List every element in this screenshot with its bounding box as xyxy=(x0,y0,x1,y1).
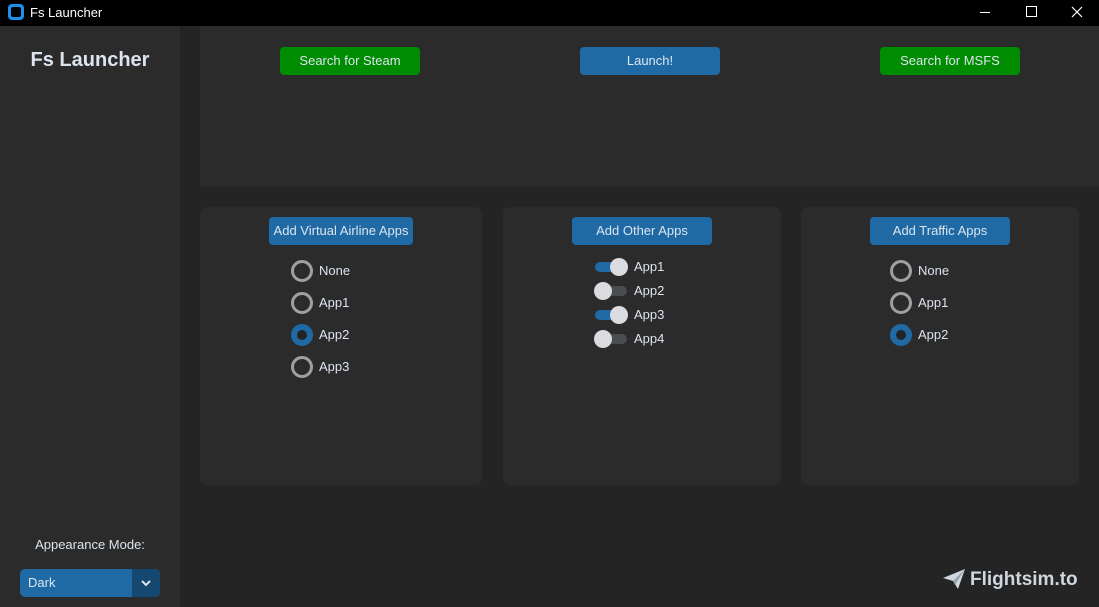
toggle-switch[interactable] xyxy=(594,282,627,300)
switch-label: App2 xyxy=(634,283,665,298)
close-icon xyxy=(1071,6,1083,18)
search-steam-button[interactable]: Search for Steam xyxy=(280,47,420,75)
traffic-panel: Add Traffic Apps None App1 App2 xyxy=(801,207,1079,485)
toggle-switch[interactable] xyxy=(595,306,628,324)
chevron-down-icon xyxy=(141,580,151,587)
radio-button[interactable] xyxy=(291,260,313,282)
logo-label: Fs Launcher xyxy=(30,49,150,71)
app-window-icon xyxy=(8,4,24,20)
close-button[interactable] xyxy=(1054,0,1099,26)
launch-button[interactable]: Launch! xyxy=(580,47,720,75)
radio-button-checked[interactable] xyxy=(890,324,912,346)
switch-label: App3 xyxy=(634,307,665,322)
radio-button[interactable] xyxy=(291,292,313,314)
radio-label: App2 xyxy=(319,327,350,342)
switch-label: App1 xyxy=(634,259,665,274)
watermark-text: Flightsim.to xyxy=(970,569,1078,590)
radio-label: App1 xyxy=(319,295,350,310)
radio-label: App3 xyxy=(319,359,350,374)
switch-label: App4 xyxy=(634,331,665,346)
radio-button-checked[interactable] xyxy=(291,324,313,346)
other-apps-panel: Add Other Apps App1 App2 App3 App4 xyxy=(503,207,781,485)
radio-label: None xyxy=(319,263,351,278)
minimize-button[interactable] xyxy=(962,0,1008,26)
radio-button[interactable] xyxy=(291,356,313,378)
maximize-button[interactable] xyxy=(1008,0,1054,26)
appearance-mode-select[interactable]: Dark xyxy=(20,569,160,597)
paper-plane-icon xyxy=(943,569,965,589)
toggle-switch[interactable] xyxy=(594,330,627,348)
radio-button[interactable] xyxy=(890,260,912,282)
appearance-mode-label: Appearance Mode: xyxy=(35,537,145,552)
add-virtual-airline-apps-button[interactable]: Add Virtual Airline Apps xyxy=(269,217,413,245)
title-bar: Fs Launcher xyxy=(0,0,1099,26)
sidebar: Fs Launcher Appearance Mode: Dark xyxy=(0,26,180,607)
radio-label: App1 xyxy=(918,295,949,310)
search-msfs-button[interactable]: Search for MSFS xyxy=(880,47,1020,75)
appearance-mode-value: Dark xyxy=(28,575,56,590)
dropdown-arrow-button[interactable] xyxy=(132,569,160,597)
add-traffic-apps-button[interactable]: Add Traffic Apps xyxy=(870,217,1010,245)
radio-label: None xyxy=(918,263,950,278)
virtual-airline-panel: Add Virtual Airline Apps None App1 App2 … xyxy=(200,207,482,485)
radio-button[interactable] xyxy=(890,292,912,314)
radio-label: App2 xyxy=(918,327,949,342)
add-other-apps-button[interactable]: Add Other Apps xyxy=(572,217,712,245)
window-title: Fs Launcher xyxy=(30,5,103,20)
toggle-switch[interactable] xyxy=(595,258,628,276)
